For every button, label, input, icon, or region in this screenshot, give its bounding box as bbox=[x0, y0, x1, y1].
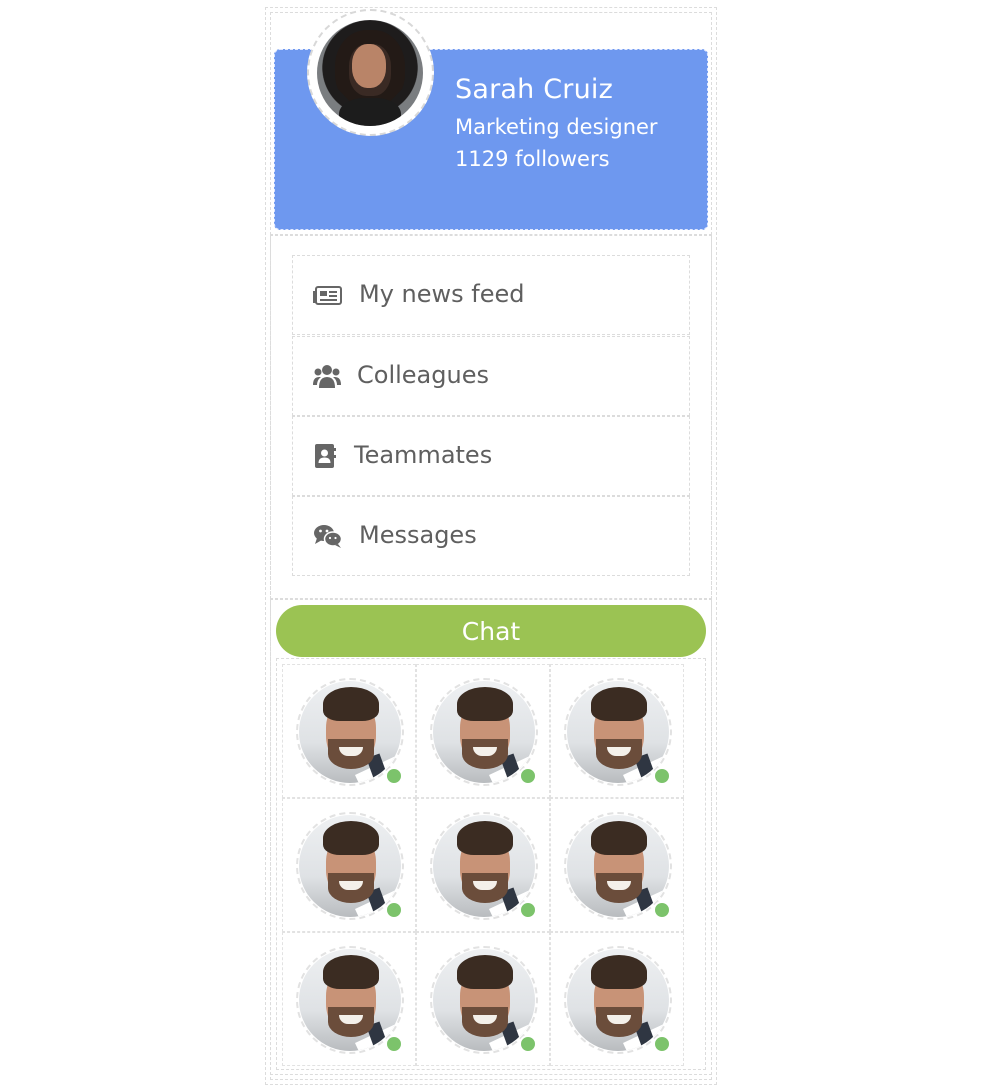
menu-item-news-feed[interactable]: My news feed bbox=[292, 255, 690, 335]
menu-item-label: Messages bbox=[359, 521, 477, 549]
online-status-indicator bbox=[653, 767, 671, 785]
menu-item-teammates[interactable]: Teammates bbox=[292, 416, 690, 496]
contact-item[interactable] bbox=[282, 664, 416, 798]
contact-avatar[interactable] bbox=[299, 949, 401, 1051]
profile-followers: 1129 followers bbox=[455, 147, 610, 171]
contact-item[interactable] bbox=[550, 664, 684, 798]
contact-avatar[interactable] bbox=[299, 681, 401, 783]
online-status-indicator bbox=[519, 767, 537, 785]
wechat-icon bbox=[313, 523, 343, 549]
contact-avatar[interactable] bbox=[433, 949, 535, 1051]
online-status-indicator bbox=[385, 901, 403, 919]
online-status-indicator bbox=[519, 1035, 537, 1053]
contact-item[interactable] bbox=[416, 932, 550, 1066]
newspaper-icon bbox=[313, 282, 343, 308]
online-status-indicator bbox=[385, 1035, 403, 1053]
menu-item-label: Teammates bbox=[354, 441, 493, 469]
chat-button[interactable]: Chat bbox=[276, 605, 706, 657]
online-status-indicator bbox=[385, 767, 403, 785]
contact-book-icon bbox=[313, 443, 343, 469]
contact-avatar[interactable] bbox=[567, 815, 669, 917]
menu-item-label: My news feed bbox=[359, 280, 525, 308]
contact-avatar[interactable] bbox=[433, 815, 535, 917]
contact-item[interactable] bbox=[550, 798, 684, 932]
contact-item[interactable] bbox=[282, 932, 416, 1066]
contact-item[interactable] bbox=[550, 932, 684, 1066]
contact-item[interactable] bbox=[282, 798, 416, 932]
contact-avatar[interactable] bbox=[567, 681, 669, 783]
online-status-indicator bbox=[519, 901, 537, 919]
contact-avatar[interactable] bbox=[433, 681, 535, 783]
contact-avatar[interactable] bbox=[299, 815, 401, 917]
contact-item[interactable] bbox=[416, 798, 550, 932]
profile-name: Sarah Cruiz bbox=[455, 74, 613, 105]
profile-avatar[interactable] bbox=[317, 20, 423, 126]
users-icon bbox=[313, 363, 343, 389]
contact-avatar[interactable] bbox=[567, 949, 669, 1051]
contact-item[interactable] bbox=[416, 664, 550, 798]
menu-item-label: Colleagues bbox=[357, 361, 489, 389]
menu-item-colleagues[interactable]: Colleagues bbox=[292, 336, 690, 416]
online-status-indicator bbox=[653, 1035, 671, 1053]
online-status-indicator bbox=[653, 901, 671, 919]
menu-item-messages[interactable]: Messages bbox=[292, 496, 690, 576]
profile-role: Marketing designer bbox=[455, 115, 658, 139]
